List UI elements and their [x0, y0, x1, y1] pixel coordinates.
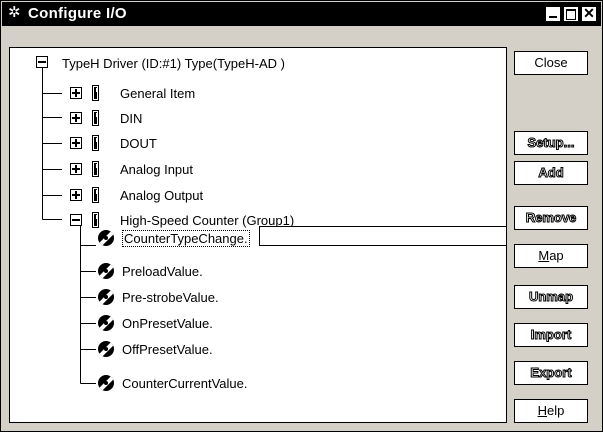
- help-button-label: elp: [547, 403, 565, 418]
- add-button-label: Add: [538, 165, 564, 181]
- remove-button[interactable]: Remove: [514, 206, 588, 230]
- tree-group-label: DIN: [120, 110, 143, 126]
- tag-edit-input[interactable]: [259, 226, 507, 246]
- tree-group-label: General Item: [120, 85, 196, 101]
- tree-group-label: DOUT: [120, 135, 157, 151]
- minimize-button[interactable]: [545, 6, 561, 22]
- configure-io-window: ✲ Configure I/O ✕ TypeH Driver (ID:#1) T…: [0, 0, 603, 432]
- group-folder-icon: [92, 85, 99, 101]
- group-folder-icon: [92, 212, 99, 228]
- collapse-icon[interactable]: [70, 214, 82, 226]
- gear-icon: ✲: [8, 4, 21, 21]
- close-icon: ✕: [583, 5, 595, 21]
- add-button[interactable]: Add: [514, 161, 588, 185]
- import-button[interactable]: Import: [514, 323, 588, 347]
- group-folder-icon: [92, 110, 99, 126]
- expand-icon[interactable]: [70, 112, 82, 124]
- maximize-button[interactable]: [563, 6, 579, 22]
- collapse-icon[interactable]: [36, 56, 48, 68]
- setup-button-label: Setup...: [527, 135, 575, 151]
- tree-group-label: Analog Output: [120, 187, 204, 203]
- tag-item-icon: [98, 263, 114, 279]
- tree-item-label: OffPresetValue.: [122, 341, 213, 357]
- tag-item-icon: [98, 375, 114, 391]
- unmap-button[interactable]: Unmap: [514, 285, 588, 309]
- tree-item-label: OnPresetValue.: [122, 315, 213, 331]
- tree-root-label: TypeH Driver (ID:#1) Type(TypeH-AD ): [62, 55, 285, 71]
- map-mnemonic: M: [538, 248, 550, 263]
- group-folder-icon: [92, 187, 99, 203]
- window-title: Configure I/O: [28, 5, 127, 22]
- map-button[interactable]: Map: [514, 244, 588, 268]
- import-button-label: Import: [530, 327, 572, 343]
- setup-button[interactable]: Setup...: [514, 131, 588, 155]
- group-folder-icon: [92, 135, 99, 151]
- expand-icon[interactable]: [70, 163, 82, 175]
- export-button-label: Export: [530, 365, 572, 381]
- tree-item-label: PreloadValue.: [122, 263, 203, 279]
- tag-item-icon: [98, 289, 114, 305]
- tree-item-label: Pre-strobeValue.: [122, 289, 219, 305]
- io-tree-view[interactable]: TypeH Driver (ID:#1) Type(TypeH-AD ) Gen…: [9, 47, 507, 423]
- export-button[interactable]: Export: [514, 361, 588, 385]
- tree-item-label: CounterCurrentValue.: [122, 375, 248, 391]
- expand-icon[interactable]: [70, 137, 82, 149]
- group-folder-icon: [92, 161, 99, 177]
- map-button-label: ap: [549, 248, 564, 263]
- tag-item-icon: [98, 315, 114, 331]
- expand-icon[interactable]: [70, 87, 82, 99]
- close-button-label: Close: [534, 55, 568, 70]
- tag-item-icon: [98, 341, 114, 357]
- remove-button-label: Remove: [525, 210, 577, 226]
- close-window-button[interactable]: ✕: [581, 6, 597, 22]
- expand-icon[interactable]: [70, 189, 82, 201]
- tree-group-label: Analog Input: [120, 161, 194, 177]
- help-mnemonic: H: [537, 403, 548, 418]
- title-bar[interactable]: ✲ Configure I/O ✕: [2, 2, 601, 26]
- tree-item-label: CounterTypeChange.: [122, 229, 250, 247]
- help-button[interactable]: Help: [514, 399, 588, 423]
- unmap-button-label: Unmap: [528, 289, 574, 305]
- close-button[interactable]: Close: [514, 51, 588, 75]
- tag-item-icon: [98, 230, 114, 246]
